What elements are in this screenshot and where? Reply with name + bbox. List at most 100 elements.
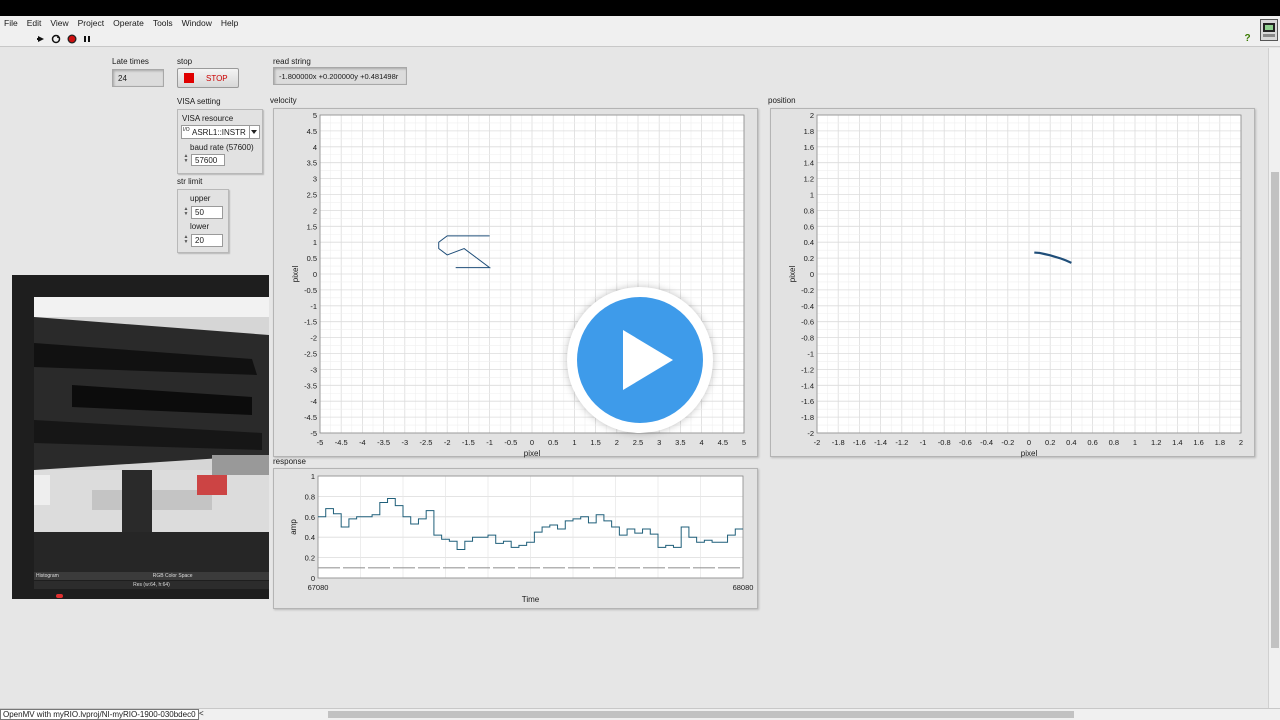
stop-button[interactable]: STOP: [177, 68, 239, 88]
response-y-axis-label: amp: [289, 519, 298, 535]
position-y-tick-label: 1: [810, 191, 814, 200]
velocity-x-tick-label: 3.5: [675, 438, 685, 447]
menu-view[interactable]: View: [50, 18, 68, 28]
stop-square-icon: [184, 73, 194, 83]
help-icon[interactable]: ?: [1242, 33, 1253, 44]
position-x-tick-label: -1.8: [832, 438, 845, 447]
velocity-x-tick-label: -4: [359, 438, 366, 447]
position-x-tick-label: 0.4: [1066, 438, 1076, 447]
chevron-down-icon[interactable]: [249, 126, 258, 138]
position-x-tick-label: -1.6: [853, 438, 866, 447]
toolbar: ?: [0, 30, 1280, 47]
menu-edit[interactable]: Edit: [27, 18, 42, 28]
position-plot[interactable]: -2 -1.8 -1.6 -1.4 -1.2 -1 -0.8 -0.6 -0.4 -0.2 0 0.2…: [771, 109, 1256, 458]
response-x-tick-label: 67080: [308, 583, 329, 592]
scroll-left-icon[interactable]: <: [199, 709, 204, 718]
velocity-x-axis-label: pixel: [524, 449, 541, 458]
menu-tools[interactable]: Tools: [153, 18, 173, 28]
position-y-tick-label: 1.8: [804, 127, 814, 136]
position-y-tick-label: -1.2: [801, 365, 814, 374]
upper-input[interactable]: 50: [191, 206, 223, 219]
velocity-y-tick-label: -2.5: [304, 350, 317, 359]
position-y-tick-label: 1.2: [804, 175, 814, 184]
position-y-tick-label: -1.6: [801, 397, 814, 406]
position-y-tick-label: -1: [807, 350, 814, 359]
menu-project[interactable]: Project: [78, 18, 104, 28]
position-y-tick-label: -2: [807, 429, 814, 438]
position-x-tick-label: 0: [1027, 438, 1031, 447]
pause-icon[interactable]: [81, 33, 92, 44]
project-path: OpenMV with myRIO.lvproj/NI-myRIO-1900-0…: [0, 709, 199, 720]
velocity-x-tick-label: -1: [486, 438, 493, 447]
stop-button-label: STOP: [206, 73, 228, 83]
visa-resource-value: ASRL1::INSTR: [192, 127, 246, 137]
camera-image-display: Histogram RGB Color Space Res (w:64, h:6…: [12, 275, 269, 599]
lower-input[interactable]: 20: [191, 234, 223, 247]
position-x-tick-label: -0.2: [1001, 438, 1014, 447]
position-x-tick-label: 1.4: [1172, 438, 1182, 447]
histogram-bar[interactable]: Histogram RGB Color Space: [34, 572, 269, 580]
status-bar: OpenMV with myRIO.lvproj/NI-myRIO-1900-0…: [0, 708, 1280, 720]
velocity-y-tick-label: 0: [313, 270, 317, 279]
velocity-x-tick-label: 4.5: [718, 438, 728, 447]
video-play-button[interactable]: [567, 287, 713, 433]
baud-rate-input[interactable]: 57600: [191, 154, 225, 166]
response-plot[interactable]: 1 0.8 0.6 0.4 0.2 067080 68080 Time amp: [274, 469, 759, 610]
velocity-x-tick-label: 1.5: [590, 438, 600, 447]
velocity-x-tick-label: 1: [572, 438, 576, 447]
position-x-tick-label: -2: [814, 438, 821, 447]
velocity-y-tick-label: 3.5: [307, 159, 317, 168]
abort-icon[interactable]: [66, 33, 77, 44]
position-x-tick-label: -1: [920, 438, 927, 447]
position-x-tick-label: 1.2: [1151, 438, 1161, 447]
velocity-x-tick-label: -4.5: [335, 438, 348, 447]
velocity-x-tick-label: -2: [444, 438, 451, 447]
response-chart: 1 0.8 0.6 0.4 0.2 0 67080 68080 Time amp: [273, 468, 758, 609]
position-y-tick-label: -0.2: [801, 286, 814, 295]
late-times-indicator: 24: [112, 69, 164, 87]
response-y-tick-label: 0.4: [305, 533, 315, 542]
velocity-x-tick-label: 2: [615, 438, 619, 447]
velocity-x-tick-label: 5: [742, 438, 746, 447]
position-x-tick-label: 0.6: [1087, 438, 1097, 447]
menu-window[interactable]: Window: [182, 18, 212, 28]
position-x-tick-label: -0.8: [938, 438, 951, 447]
visa-resource-select[interactable]: I/O ASRL1::INSTR: [181, 125, 260, 139]
velocity-x-tick-label: -3: [401, 438, 408, 447]
velocity-y-tick-label: 4: [313, 143, 317, 152]
menu-operate[interactable]: Operate: [113, 18, 144, 28]
menu-help[interactable]: Help: [221, 18, 238, 28]
velocity-y-tick-label: 1: [313, 238, 317, 247]
position-y-tick-label: -1.8: [801, 413, 814, 422]
position-y-tick-label: -0.4: [801, 302, 814, 311]
vertical-scrollbar[interactable]: [1268, 48, 1280, 708]
velocity-x-tick-label: 0: [530, 438, 534, 447]
run-continuously-icon[interactable]: [50, 33, 61, 44]
resolution-label: Res (w:64, h:64): [133, 582, 170, 588]
position-label: position: [768, 96, 796, 105]
position-y-axis-label: pixel: [788, 266, 797, 283]
position-x-axis-label: pixel: [1021, 449, 1038, 458]
position-x-tick-label: 1.8: [1215, 438, 1225, 447]
upper-spinner-icon[interactable]: ▲ ▼: [183, 207, 189, 217]
lower-spinner-icon[interactable]: ▲ ▼: [183, 235, 189, 245]
position-x-tick-label: -0.6: [959, 438, 972, 447]
window-title-bar: [0, 0, 1280, 16]
run-arrow-icon[interactable]: [36, 33, 47, 44]
velocity-y-tick-label: -5: [310, 429, 317, 438]
velocity-x-tick-label: -0.5: [504, 438, 517, 447]
baud-rate-spinner-icon[interactable]: ▲ ▼: [183, 154, 189, 164]
position-x-tick-label: 0.2: [1045, 438, 1055, 447]
position-x-tick-label: 1.6: [1193, 438, 1203, 447]
horizontal-scroll-thumb[interactable]: [328, 711, 1074, 718]
visa-resource-label: VISA resource: [182, 114, 234, 123]
velocity-x-tick-label: 2.5: [633, 438, 643, 447]
velocity-x-tick-label: 4: [700, 438, 704, 447]
velocity-label: velocity: [270, 96, 297, 105]
position-y-tick-label: 0.4: [804, 238, 814, 247]
vertical-scroll-thumb[interactable]: [1271, 172, 1279, 648]
play-icon: [623, 330, 673, 390]
velocity-y-tick-label: 0.5: [307, 254, 317, 263]
position-y-tick-label: 0.2: [804, 254, 814, 263]
menu-file[interactable]: File: [4, 18, 18, 28]
